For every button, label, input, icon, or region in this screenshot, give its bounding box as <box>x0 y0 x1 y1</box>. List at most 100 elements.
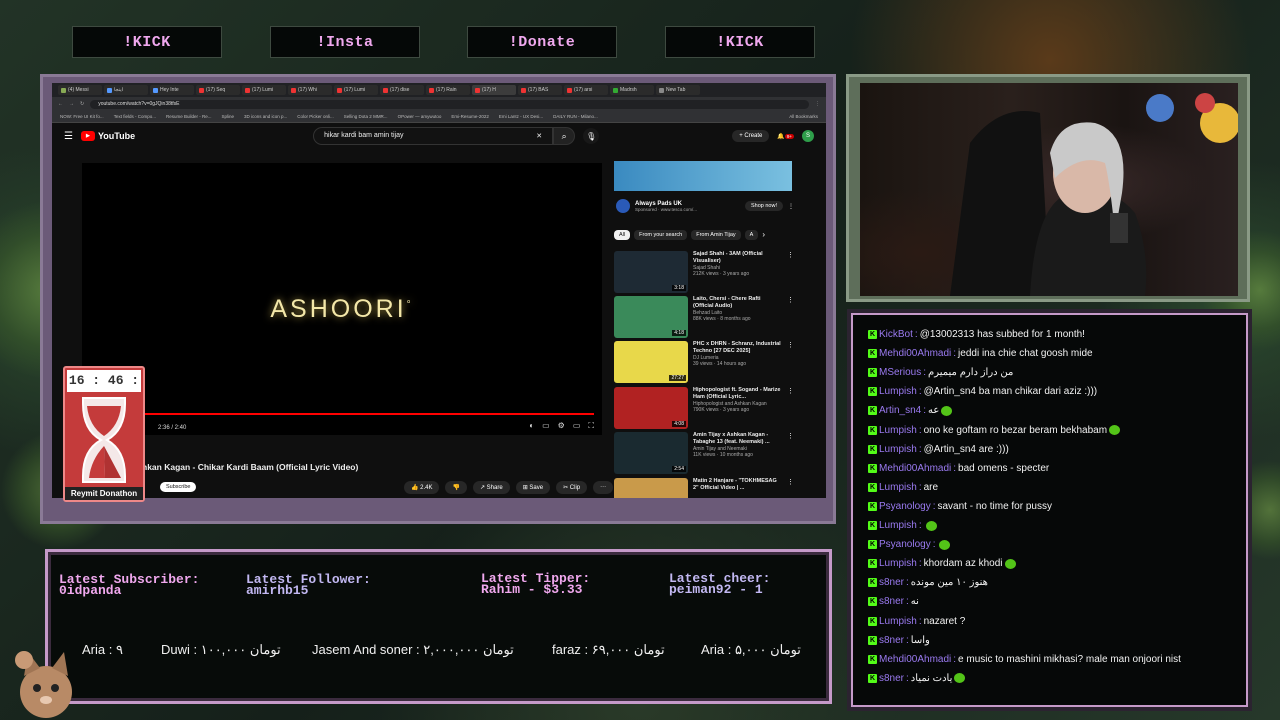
browser-tab[interactable]: (17) Seq <box>196 85 240 95</box>
bookmark[interactable]: Emi Lantz - UX Desi... <box>499 114 543 119</box>
browser-tab[interactable]: Madrsh <box>610 85 654 95</box>
bookmark[interactable]: OPower — amywutoo <box>398 114 442 119</box>
ad-banner[interactable] <box>614 161 792 191</box>
recommendation-title[interactable]: Sajad Shahi - 3AM (Official Visualiser) <box>693 251 782 265</box>
chip-from-search[interactable]: From your search <box>634 230 688 240</box>
video-thumbnail[interactable]: 2:54 <box>614 432 688 474</box>
chat-username[interactable]: Lumpish <box>879 482 917 493</box>
microphone-icon[interactable]: 🎙 <box>583 128 600 144</box>
chat-username[interactable]: Lumpish <box>879 616 917 627</box>
donate-command-button[interactable]: !Donate <box>467 26 617 58</box>
browser-tab[interactable]: (17) dise <box>380 85 424 95</box>
more-button[interactable]: ··· <box>593 481 614 494</box>
bookmark[interactable]: Resume Builder - Re... <box>166 114 212 119</box>
more-icon[interactable]: ⋮ <box>787 296 794 338</box>
chat-username[interactable]: Lumpish <box>879 386 917 397</box>
autoplay-toggle-icon[interactable]: ◐ <box>529 421 534 431</box>
back-icon[interactable]: ← <box>58 101 63 107</box>
kick-command-button[interactable]: !KICK <box>72 26 222 58</box>
recommendation-item[interactable]: Matin 2 Hanjare - "TOKHMESAG 2" Official… <box>614 478 794 498</box>
kick-command-button[interactable]: !KICK <box>665 26 815 58</box>
like-button[interactable]: 👍 2.4K <box>404 481 440 494</box>
chat-username[interactable]: Lumpish <box>879 444 917 455</box>
recommendation-title[interactable]: Matin 2 Hanjare - "TOKHMESAG 2" Official… <box>693 478 782 492</box>
more-icon[interactable]: ⋮ <box>787 341 794 383</box>
shop-now-button[interactable]: Shop now! <box>745 201 783 211</box>
reload-icon[interactable]: ↻ <box>80 101 84 107</box>
browser-tab[interactable]: (17) Whi <box>288 85 332 95</box>
avatar[interactable]: S <box>802 130 814 142</box>
chat-username[interactable]: s8ner <box>879 635 904 646</box>
captions-icon[interactable]: ▭ <box>542 421 550 431</box>
more-icon[interactable]: ⋮ <box>787 387 794 429</box>
chat-username[interactable]: s8ner <box>879 596 904 607</box>
chat-username[interactable]: Lumpish <box>879 425 917 436</box>
chat-username[interactable]: Lumpish <box>879 520 917 531</box>
clear-icon[interactable]: ✕ <box>536 132 542 140</box>
recommendation-item[interactable]: 3:18 Sajad Shahi - 3AM (Official Visualis… <box>614 251 794 293</box>
menu-icon[interactable]: ☰ <box>64 131 73 142</box>
browser-tab[interactable]: (17) BAS <box>518 85 562 95</box>
video-thumbnail[interactable] <box>614 478 688 498</box>
browser-tab[interactable]: (17) Lumi <box>242 85 286 95</box>
browser-tab[interactable]: (17) arsi <box>564 85 608 95</box>
bookmark[interactable]: Selling Dota 2 MMR... <box>344 114 388 119</box>
recommendation-title[interactable]: Laito, Chersi - Chere Rafti (Official Au… <box>693 296 782 310</box>
chevron-right-icon[interactable]: › <box>762 230 765 240</box>
video-player[interactable]: ASHOORI° 2:36 / 2:40 ◐ ▭ ⚙ ▭ ⛶ <box>82 163 602 435</box>
chat-username[interactable]: Psyanology <box>879 501 931 512</box>
video-thumbnail[interactable]: 4:08 <box>614 387 688 429</box>
chat-username[interactable]: s8ner <box>879 577 904 588</box>
chat-username[interactable]: Artin_sn4 <box>879 405 921 416</box>
video-thumbnail[interactable]: 3:18 <box>614 251 688 293</box>
recommendation-item[interactable]: 4:18 Laito, Chersi - Chere Rafti (Officia… <box>614 296 794 338</box>
clip-button[interactable]: ✂ Clip <box>556 481 588 494</box>
chat-username[interactable]: MSerious <box>879 367 921 378</box>
browser-tab[interactable]: New Tab <box>656 85 700 95</box>
bookmark[interactable]: Spline <box>221 114 234 119</box>
settings-icon[interactable]: ⚙ <box>558 421 565 431</box>
recommendation-title[interactable]: PHC x DHRN - Schranz, Industrial Techno … <box>693 341 782 355</box>
subscribe-button[interactable]: Subscribe <box>160 482 197 492</box>
bookmark[interactable]: Text fields - Compo... <box>114 114 156 119</box>
theater-icon[interactable]: ▭ <box>573 421 581 431</box>
forward-icon[interactable]: → <box>69 101 74 107</box>
video-thumbnail[interactable]: 4:18 <box>614 296 688 338</box>
extensions-icon[interactable]: ⋮ <box>815 101 820 107</box>
chip-more[interactable]: A <box>744 230 759 240</box>
bookmark[interactable]: Emi-Resume-2022 <box>451 114 489 119</box>
bookmark[interactable]: Color Picker onli... <box>297 114 334 119</box>
recommendation-title[interactable]: Hiphopologist ft. Sogand - Marize Ham (O… <box>693 387 782 401</box>
search-icon[interactable]: ⌕ <box>553 127 576 145</box>
chat-username[interactable]: Mehdi00Ahmadi <box>879 463 951 474</box>
save-button[interactable]: ⊞ Save <box>515 481 551 494</box>
chip-from-channel[interactable]: From Amin Tijay <box>691 230 741 240</box>
video-thumbnail[interactable]: 27:27 <box>614 341 688 383</box>
chat-username[interactable]: Mehdi00Ahmadi <box>879 348 951 359</box>
browser-tab[interactable]: اینجا <box>104 85 148 95</box>
bookmark[interactable]: NOW: Free UI Kit fo... <box>60 114 104 119</box>
more-icon[interactable]: ⋮ <box>788 203 794 210</box>
chat-username[interactable]: Psyanology <box>879 539 931 550</box>
recommendation-item[interactable]: 2:54 Amin Tijay x Ashkan Kagan - Tabaghe … <box>614 432 794 474</box>
browser-tab[interactable]: (17) Rain <box>426 85 470 95</box>
chat-username[interactable]: KickBot <box>879 329 913 340</box>
youtube-logo[interactable]: ▶ YouTube <box>80 131 135 141</box>
more-icon[interactable]: ⋮ <box>787 251 794 293</box>
dislike-button[interactable]: 👎 <box>445 481 467 494</box>
browser-tab-active[interactable]: (17) H <box>472 85 516 95</box>
recommendation-title[interactable]: Amin Tijay x Ashkan Kagan - Tabaghe 13 (… <box>693 432 782 446</box>
all-bookmarks[interactable]: All Bookmarks <box>789 114 818 119</box>
bookmark[interactable]: 3D icons and icon p... <box>244 114 287 119</box>
browser-tab[interactable]: (17) Lumi <box>334 85 378 95</box>
browser-tab[interactable]: Hey Inte <box>150 85 194 95</box>
browser-tab[interactable]: (4) Messi <box>58 85 102 95</box>
create-button[interactable]: + Create <box>732 130 770 142</box>
recommendation-item[interactable]: 4:08 Hiphopologist ft. Sogand - Marize Ha… <box>614 387 794 429</box>
recommendation-item[interactable]: 27:27 PHC x DHRN - Schranz, Industrial Te… <box>614 341 794 383</box>
progress-bar[interactable] <box>102 413 594 415</box>
url-input[interactable]: youtube.com/watch?v=0gJQin38tfsE <box>90 99 809 109</box>
more-icon[interactable]: ⋮ <box>787 432 794 474</box>
chat-username[interactable]: Mehdi00Ahmadi <box>879 654 951 665</box>
chip-all[interactable]: All <box>614 230 631 240</box>
